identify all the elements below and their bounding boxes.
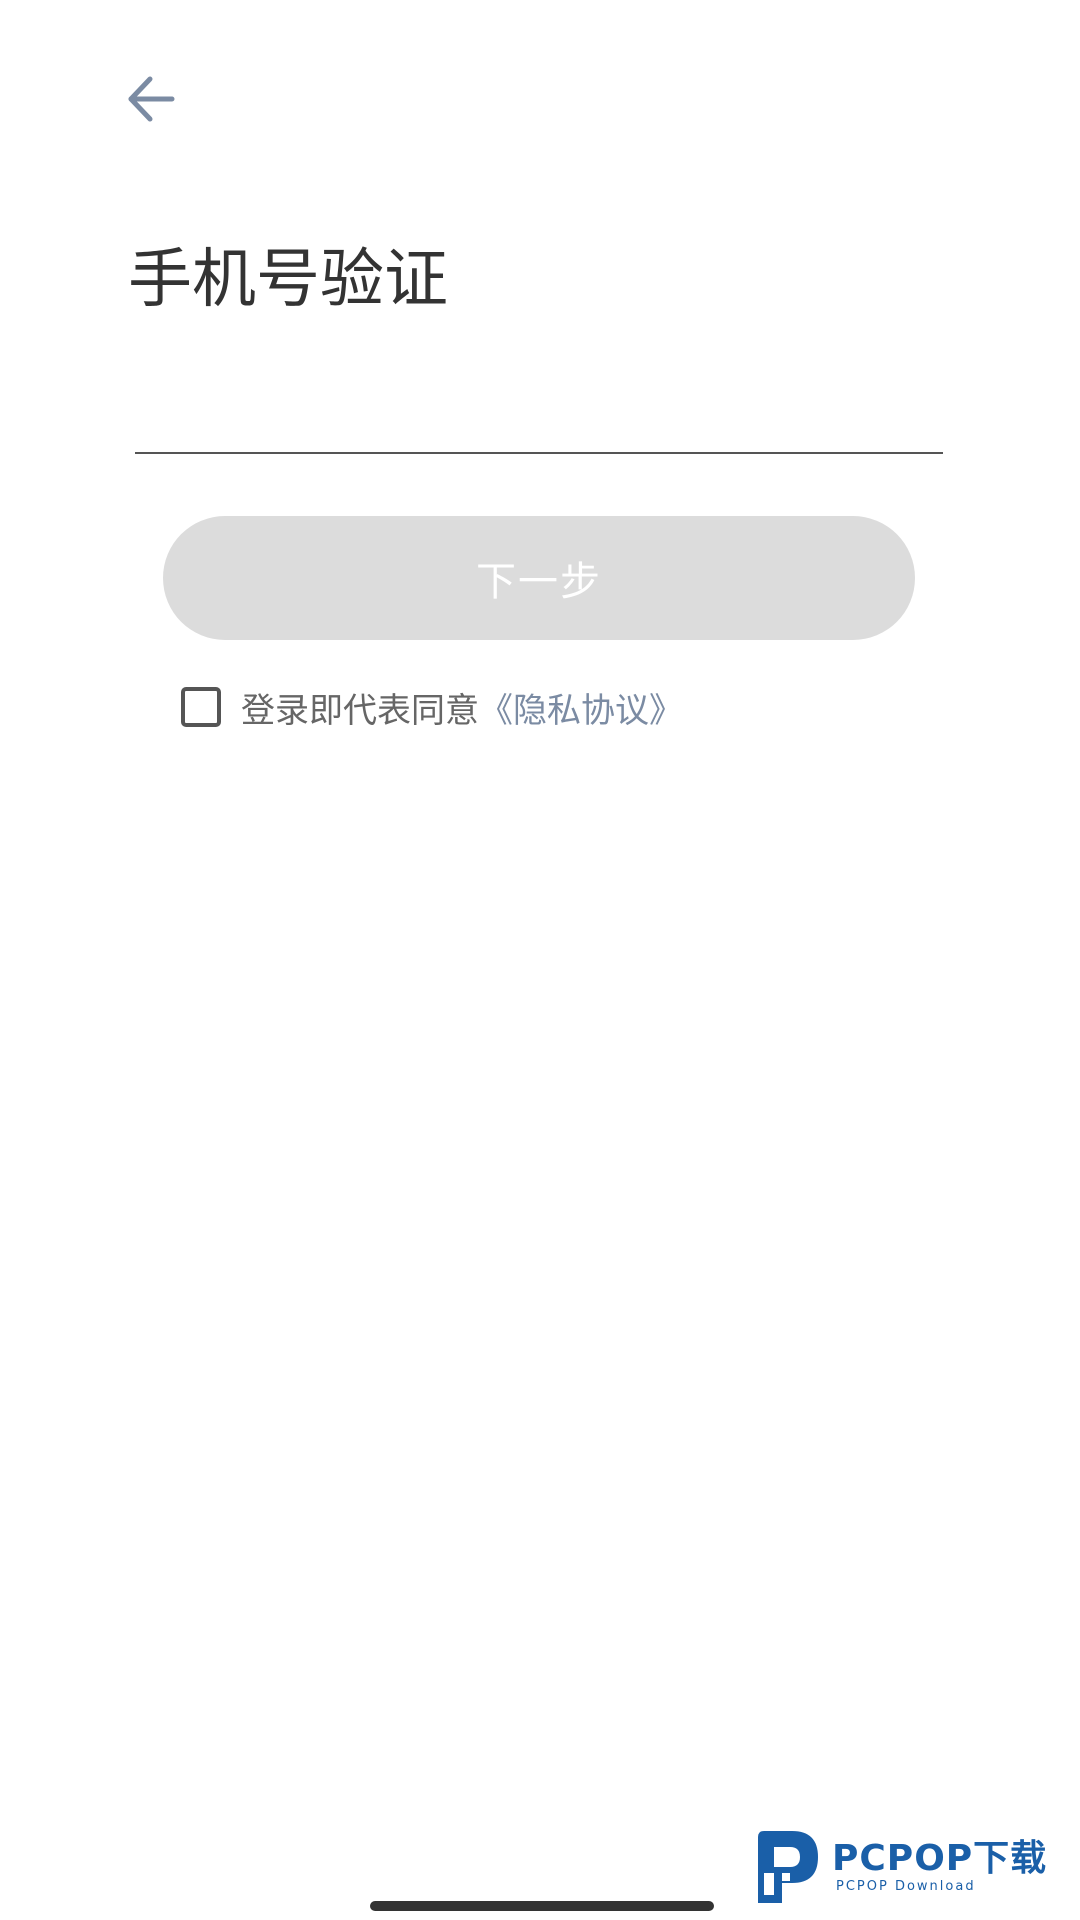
next-step-button[interactable]: 下一步 — [163, 516, 915, 640]
home-indicator[interactable] — [370, 1901, 714, 1911]
agreement-row: 登录即代表同意 《隐私协议》 — [181, 683, 683, 732]
agreement-checkbox[interactable] — [181, 687, 221, 727]
pcpop-logo-icon — [758, 1831, 818, 1903]
watermark: PCPOP下载 PCPOP Download — [752, 1826, 1047, 1908]
privacy-policy-link[interactable]: 《隐私协议》 — [479, 683, 683, 732]
arrow-left-icon — [128, 76, 175, 122]
watermark-brand: PCPOP下载 — [832, 1838, 1048, 1879]
watermark-subtitle: PCPOP Download — [836, 1879, 976, 1894]
phone-number-input[interactable] — [135, 380, 943, 454]
back-button[interactable] — [118, 66, 184, 132]
page-title: 手机号验证 — [128, 243, 448, 317]
agreement-text: 登录即代表同意 — [241, 690, 479, 731]
